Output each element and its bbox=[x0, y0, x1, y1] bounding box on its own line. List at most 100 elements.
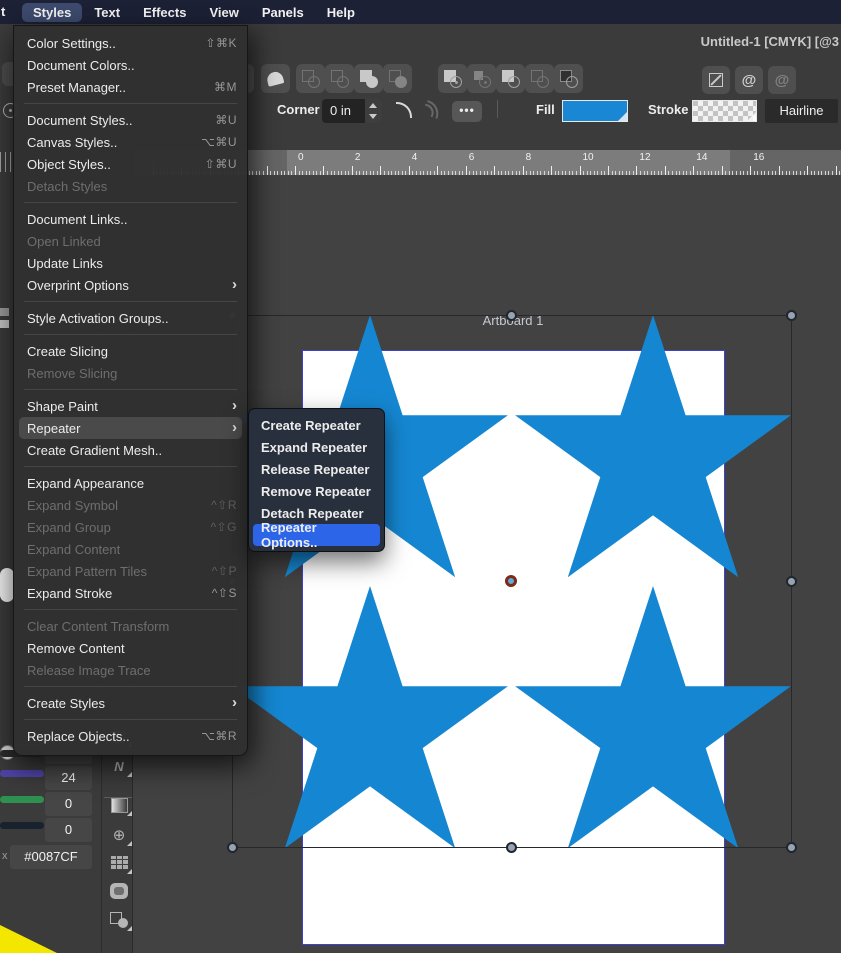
exclude-shapes-icon bbox=[525, 64, 554, 93]
menu-item-preset-manager[interactable]: Preset Manager..⌘M bbox=[14, 76, 247, 98]
menu-item-remove-content[interactable]: Remove Content bbox=[14, 637, 247, 659]
stroke-swatch[interactable] bbox=[692, 100, 757, 122]
divide-shapes-button[interactable] bbox=[554, 64, 583, 93]
menu-item-repeater[interactable]: Repeater› bbox=[19, 417, 242, 439]
color-value-3[interactable]: 0 bbox=[45, 792, 92, 816]
menu-shortcut: ⌘U bbox=[215, 113, 237, 127]
selection-handle[interactable] bbox=[506, 842, 517, 853]
submenu-arrow-icon: › bbox=[232, 693, 237, 713]
menu-item-document-styles[interactable]: Document Styles..⌘U bbox=[14, 109, 247, 131]
menu-item-document-colors[interactable]: Document Colors.. bbox=[14, 54, 247, 76]
selection-handle[interactable] bbox=[506, 310, 517, 321]
arc-tool-button[interactable] bbox=[261, 64, 290, 93]
menu-item-shape-paint[interactable]: Shape Paint› bbox=[14, 395, 247, 417]
menu-item-expand-appearance[interactable]: Expand Appearance bbox=[14, 472, 247, 494]
menu-item-create-repeater[interactable]: Create Repeater bbox=[249, 414, 384, 436]
gradient-icon[interactable] bbox=[103, 792, 135, 818]
transform-center-point[interactable] bbox=[505, 575, 517, 587]
subtract-shapes-button[interactable] bbox=[467, 64, 496, 93]
fill-swatch[interactable] bbox=[562, 100, 628, 122]
submenu-arrow-icon: › bbox=[232, 418, 237, 438]
menu-item-detach-styles: Detach Styles bbox=[14, 175, 247, 197]
app-window: 0246810121416 Artboard 1 2400 x #0087CF … bbox=[0, 0, 841, 953]
hex-value-field[interactable]: #0087CF bbox=[10, 845, 92, 869]
menu-item-expand-content: Expand Content bbox=[14, 538, 247, 560]
menu-separator bbox=[24, 686, 237, 687]
menubar-item-t[interactable]: t bbox=[1, 2, 5, 21]
more-options-button[interactable]: ••• bbox=[452, 101, 482, 122]
menubar-item-panels[interactable]: Panels bbox=[251, 3, 315, 22]
combine-shapes-icon bbox=[296, 64, 325, 93]
selection-handle[interactable] bbox=[786, 576, 797, 587]
shapes-group-icon[interactable] bbox=[103, 907, 135, 933]
menu-item-expand-stroke[interactable]: Expand Stroke^⇧S bbox=[14, 582, 247, 604]
corner-radius-icon[interactable] bbox=[396, 102, 412, 118]
swatch-sliver-icon bbox=[0, 320, 9, 328]
menu-separator bbox=[24, 609, 237, 610]
combine-shapes-button[interactable] bbox=[296, 64, 325, 93]
menu-shortcut: ⇧⌘U bbox=[205, 157, 237, 171]
menu-item-overprint-options[interactable]: Overprint Options› bbox=[14, 274, 247, 296]
menu-item-expand-repeater[interactable]: Expand Repeater bbox=[249, 436, 384, 458]
ruler-label-2: 2 bbox=[355, 152, 361, 163]
menu-item-release-repeater[interactable]: Release Repeater bbox=[249, 458, 384, 480]
rotate-view-icon: @ bbox=[735, 66, 763, 94]
ruler-label-8: 8 bbox=[526, 152, 532, 163]
menu-item-update-links[interactable]: Update Links bbox=[14, 252, 247, 274]
menu-item-replace-objects[interactable]: Replace Objects..⌥⌘R bbox=[14, 725, 247, 747]
color-value-2[interactable]: 24 bbox=[45, 766, 92, 790]
vertical-ruler-sliver bbox=[0, 152, 12, 172]
selection-handle[interactable] bbox=[786, 842, 797, 853]
menubar-item-help[interactable]: Help bbox=[316, 3, 366, 22]
menu-item-create-slicing[interactable]: Create Slicing bbox=[14, 340, 247, 362]
fit-view-button[interactable] bbox=[702, 66, 730, 94]
menu-shortcut: ^⇧G bbox=[210, 520, 237, 534]
menubar-item-styles[interactable]: Styles bbox=[22, 3, 82, 22]
menu-bar: t StylesTextEffectsViewPanelsHelp bbox=[0, 0, 841, 24]
arc-tool-icon bbox=[266, 70, 285, 86]
crop-shapes-button[interactable] bbox=[383, 64, 412, 93]
intersect-shapes-button[interactable] bbox=[496, 64, 525, 93]
color-value-4[interactable]: 0 bbox=[45, 818, 92, 842]
merge-shapes-button[interactable] bbox=[354, 64, 383, 93]
menu-item-object-styles[interactable]: Object Styles..⇧⌘U bbox=[14, 153, 247, 175]
menu-separator bbox=[24, 466, 237, 467]
repeater-submenu: Create RepeaterExpand RepeaterRelease Re… bbox=[248, 408, 385, 552]
submenu-arrow-icon: › bbox=[232, 396, 237, 416]
menubar-item-text[interactable]: Text bbox=[83, 3, 131, 22]
menu-item-create-gradient-mesh[interactable]: Create Gradient Mesh.. bbox=[14, 439, 247, 461]
color-slider-2[interactable] bbox=[0, 770, 44, 777]
menu-shortcut: ⌥⌘R bbox=[201, 729, 237, 743]
panel-scrollbar[interactable] bbox=[0, 568, 14, 602]
menu-item-style-activation-groups[interactable]: Style Activation Groups.. bbox=[14, 307, 247, 329]
trim-shapes-button[interactable] bbox=[325, 64, 354, 93]
menu-shortcut: ^⇧S bbox=[212, 586, 237, 600]
bricks-pattern-icon[interactable] bbox=[103, 850, 135, 876]
menu-shortcut: ⌘M bbox=[214, 80, 237, 94]
menu-shortcut: ^⇧P bbox=[212, 564, 237, 578]
exclude-shapes-button[interactable] bbox=[525, 64, 554, 93]
menubar-item-effects[interactable]: Effects bbox=[132, 3, 197, 22]
selection-handle[interactable] bbox=[227, 842, 238, 853]
menubar-item-view[interactable]: View bbox=[198, 3, 249, 22]
selection-handle[interactable] bbox=[786, 310, 797, 321]
rotate-view-button[interactable]: @ bbox=[735, 66, 763, 94]
ruler-label-14: 14 bbox=[696, 152, 707, 163]
ruler-label-16: 16 bbox=[753, 152, 764, 163]
menu-item-canvas-styles[interactable]: Canvas Styles..⌥⌘U bbox=[14, 131, 247, 153]
stroke-width-field[interactable]: Hairline bbox=[765, 99, 838, 123]
menu-shortcut: ^⇧R bbox=[211, 498, 237, 512]
color-slider-4[interactable] bbox=[0, 822, 44, 829]
noise-icon[interactable]: N bbox=[103, 753, 135, 779]
menu-item-repeater-options[interactable]: Repeater Options.. bbox=[253, 524, 380, 546]
sphere-grid-icon[interactable]: ⊕ bbox=[103, 822, 135, 848]
union-shapes-button[interactable] bbox=[438, 64, 467, 93]
menu-item-create-styles[interactable]: Create Styles› bbox=[14, 692, 247, 714]
color-slider-3[interactable] bbox=[0, 796, 44, 803]
corner-stepper[interactable] bbox=[365, 99, 382, 123]
corner-value-field[interactable]: 0 in bbox=[322, 99, 382, 123]
menu-item-document-links[interactable]: Document Links.. bbox=[14, 208, 247, 230]
menu-item-color-settings[interactable]: Color Settings..⇧⌘K bbox=[14, 32, 247, 54]
menu-item-remove-repeater[interactable]: Remove Repeater bbox=[249, 480, 384, 502]
button-shape-icon[interactable] bbox=[103, 878, 135, 904]
